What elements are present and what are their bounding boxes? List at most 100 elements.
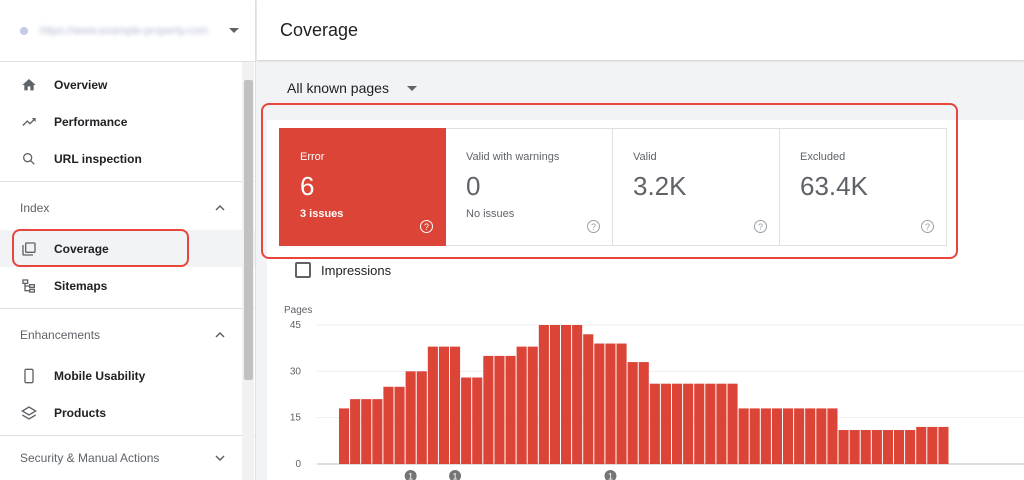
sidebar-item-overview[interactable]: Overview [0,66,255,103]
y-tick-label: 0 [295,459,301,470]
section-title: Security & Manual Actions [20,451,160,465]
sidebar-item-sitemaps[interactable]: Sitemaps [0,267,255,304]
chart-bar[interactable] [605,343,616,464]
section-title: Index [20,201,50,215]
sidebar-item-mobile-usability[interactable]: Mobile Usability [0,357,255,394]
chart-bar[interactable] [472,377,483,464]
coverage-chart-svg: Pages 0 15 30 45 1 1 1 [284,305,1024,480]
chart-bar[interactable] [827,408,838,464]
chart-bar[interactable] [705,383,716,464]
chart-bar[interactable] [871,430,882,464]
chart-bar[interactable] [405,371,416,464]
chart-bar[interactable] [416,371,427,464]
chart-bar[interactable] [361,399,372,464]
chart-bar[interactable] [894,430,905,464]
sitemap-icon [20,277,38,295]
main-content: Coverage All known pages Error 6 3 issue… [257,0,1024,480]
chevron-up-icon [215,332,225,338]
chart-bar[interactable] [794,408,805,464]
property-name: https://www.example-property.com [40,24,208,37]
chart-bar[interactable] [783,408,794,464]
nav-group-main: Overview Performance URL inspection [0,62,255,182]
chart-bar[interactable] [882,430,893,464]
chart-bar[interactable] [838,430,849,464]
chart-bar[interactable] [594,343,605,464]
y-tick-label: 30 [290,366,302,377]
coverage-chart: Pages 0 15 30 45 1 1 1 [267,295,1024,480]
chart-bar[interactable] [938,426,949,464]
chart-bar[interactable] [549,325,560,464]
chart-bar[interactable] [905,430,916,464]
chart-bar[interactable] [727,383,738,464]
chart-bar[interactable] [494,355,505,464]
chart-bar[interactable] [672,383,683,464]
impressions-label: Impressions [321,262,392,278]
chart-bar[interactable] [572,325,583,464]
chart-bar[interactable] [339,408,350,464]
chart-bar[interactable] [716,383,727,464]
section-title: Enhancements [20,328,101,342]
layers-icon [20,404,38,422]
chart-bar[interactable] [538,325,549,464]
impressions-toggle[interactable]: Impressions [295,262,391,278]
chart-bar[interactable] [649,383,660,464]
chevron-down-icon[interactable] [229,28,239,33]
chart-bar[interactable] [450,346,461,464]
annotation-label: 1 [608,472,613,480]
chart-bar[interactable] [760,408,771,464]
chart-bar[interactable] [916,426,927,464]
chevron-down-icon [215,455,225,461]
chart-bar[interactable] [683,383,694,464]
chart-bar[interactable] [461,377,472,464]
chart-bar[interactable] [438,346,449,464]
chart-bar[interactable] [849,430,860,464]
chart-bar[interactable] [771,408,782,464]
chart-bar[interactable] [749,408,760,464]
trending-up-icon [20,113,38,131]
chart-bar[interactable] [527,346,538,464]
status-cards-highlight-box [261,103,958,259]
chart-bar[interactable] [627,362,638,464]
sidebar-item-url-inspection[interactable]: URL inspection [0,140,255,177]
property-selector[interactable]: https://www.example-property.com [0,0,255,62]
pages-filter-dropdown[interactable]: All known pages [287,80,417,96]
sidebar-scrollbar-thumb[interactable] [244,80,253,380]
y-tick-label: 15 [290,413,302,424]
section-header-enhancements[interactable]: Enhancements [0,313,255,357]
home-icon [20,76,38,94]
chart-bar[interactable] [372,399,383,464]
sidebar-item-products[interactable]: Products [0,394,255,431]
chart-bar[interactable] [805,408,816,464]
chart-bar[interactable] [383,386,394,464]
chart-bar[interactable] [505,355,516,464]
chart-bar[interactable] [350,399,361,464]
chart-bar[interactable] [927,426,938,464]
y-tick-label: 45 [290,320,302,331]
chart-bar[interactable] [483,355,494,464]
page-title: Coverage [280,19,359,40]
section-header-index[interactable]: Index [0,186,255,230]
sidebar-item-label: Mobile Usability [54,368,146,383]
chart-bar[interactable] [561,325,572,464]
nav-group-enhancements: Enhancements Mobile Usability Products [0,309,255,436]
chart-bar[interactable] [516,346,527,464]
chart-bar[interactable] [694,383,705,464]
section-header-security[interactable]: Security & Manual Actions [0,436,255,480]
sidebar-item-label: Products [54,405,107,420]
chart-bar[interactable] [816,408,827,464]
annotation-label: 1 [453,472,458,480]
chart-bar[interactable] [660,383,671,464]
filter-label: All known pages [287,80,389,96]
chart-bar[interactable] [638,362,649,464]
chart-bar[interactable] [616,343,627,464]
impressions-checkbox[interactable] [295,262,311,278]
sidebar-item-performance[interactable]: Performance [0,103,255,140]
chevron-down-icon [406,85,417,91]
chart-bar[interactable] [394,386,405,464]
annotation-label: 1 [408,472,413,480]
sidebar-item-label: URL inspection [54,151,142,166]
chart-bar[interactable] [738,408,749,464]
chart-bar[interactable] [427,346,438,464]
chart-bar[interactable] [860,430,871,464]
chart-bar[interactable] [583,334,594,464]
